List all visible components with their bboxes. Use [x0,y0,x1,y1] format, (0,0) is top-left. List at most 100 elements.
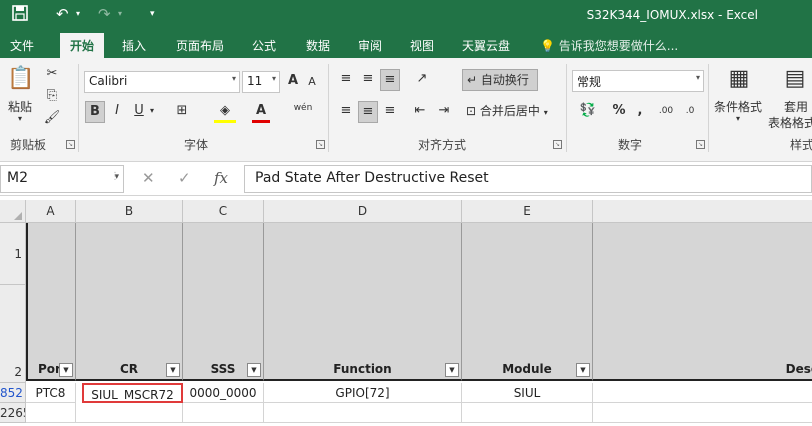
align-top-icon[interactable]: ≡ [336,69,356,91]
row-header-2[interactable]: 2 [0,285,26,383]
column-header-e[interactable]: E [462,200,593,223]
format-table-icon[interactable]: ▤ [780,64,810,94]
insert-function-icon[interactable]: fx [214,169,228,187]
format-table-label-1[interactable]: 套用 [784,98,808,115]
tab-cloud[interactable]: 天翼云盘 [462,37,510,54]
number-launcher-icon[interactable]: ↘ [696,140,705,149]
percent-button[interactable]: % [610,101,628,123]
undo-icon[interactable]: ↶ [56,5,69,23]
row-header-1[interactable]: 1 [0,223,26,285]
chevron-down-icon[interactable]: ▾ [736,114,740,123]
save-icon[interactable] [12,5,28,25]
decrease-font-icon[interactable]: A [304,72,320,94]
merge-center-button[interactable]: ⊡ 合并后居中 ▾ [462,101,560,123]
alignment-group-label: 对齐方式 [418,138,467,152]
phonetic-icon[interactable]: wén [292,98,314,120]
filter-dropdown-icon[interactable]: ▼ [166,363,180,377]
orientation-icon[interactable]: ↗ [410,69,434,91]
copy-icon[interactable]: ⎘ [42,86,62,108]
cell-empty[interactable] [264,403,462,423]
cell-empty[interactable] [183,403,264,423]
column-header-f[interactable] [593,200,812,223]
number-format-select[interactable]: 常规 ▾ [572,70,704,92]
formula-input[interactable]: Pad State After Destructive Reset [244,165,812,193]
tab-page-layout[interactable]: 页面布局 [176,37,224,54]
format-table-label-2[interactable]: 表格格式 [768,114,812,131]
paste-button[interactable]: 粘贴 [8,98,32,115]
increase-font-icon[interactable]: A [284,71,302,93]
format-painter-icon[interactable]: 🖌 [42,108,62,130]
bold-button[interactable]: B [85,101,105,123]
wrap-text-button[interactable]: ↵ 自动换行 [462,69,538,91]
cell-description[interactable] [593,383,812,403]
cell-port[interactable]: PTC8 [26,383,76,403]
header-cell-cr[interactable]: CR ▼ [76,223,183,381]
cell-empty[interactable] [26,403,76,423]
filter-dropdown-icon[interactable]: ▼ [247,363,261,377]
currency-icon[interactable]: 💱 [574,101,602,123]
tab-review[interactable]: 审阅 [358,37,382,54]
chevron-down-icon: ▾ [271,74,276,83]
underline-dropdown-icon[interactable]: ▾ [150,106,154,115]
font-size-select[interactable]: 11 ▾ [242,71,280,93]
filter-active-icon[interactable]: ▼ [59,363,73,377]
conditional-format-icon[interactable]: ▦ [724,64,754,94]
paste-dropdown-icon[interactable]: ▾ [18,114,22,123]
increase-indent-icon[interactable]: ⇥ [434,101,454,123]
column-header-c[interactable]: C [183,200,264,223]
header-cell-description[interactable]: Desc [593,223,812,381]
header-cell-port[interactable]: Por ▼ [26,223,76,381]
column-header-b[interactable]: B [76,200,183,223]
column-header-d[interactable]: D [264,200,462,223]
alignment-launcher-icon[interactable]: ↘ [553,140,562,149]
align-left-icon[interactable]: ≡ [336,101,356,123]
align-right-icon[interactable]: ≡ [380,101,400,123]
align-middle-icon[interactable]: ≡ [358,69,378,91]
tab-home[interactable]: 开始 [60,33,105,58]
increase-decimal-icon[interactable]: .00 [656,101,676,123]
borders-icon[interactable]: ⊞ [172,101,192,123]
name-box[interactable]: M2 ▾ [0,165,124,193]
tab-file[interactable]: 文件 [10,37,34,54]
cut-icon[interactable]: ✂ [42,64,62,86]
row-header-852[interactable]: 852 [0,383,26,403]
fill-color-icon[interactable]: ◈ [214,101,236,123]
clipboard-launcher-icon[interactable]: ↘ [66,140,75,149]
header-cell-module[interactable]: Module ▼ [462,223,593,381]
cell-empty[interactable] [462,403,593,423]
align-center-icon[interactable]: ≡ [358,101,378,123]
filter-dropdown-icon[interactable]: ▼ [576,363,590,377]
cell-empty[interactable] [593,403,812,423]
formula-bar: M2 ▾ ⋮ ✕ ✓ fx Pad State After Destructive… [0,162,812,196]
comma-button[interactable]: , [632,101,648,123]
header-label: Module [502,362,552,376]
underline-button[interactable]: U [130,101,148,123]
column-header-a[interactable]: A [26,200,76,223]
decrease-decimal-icon[interactable]: .0 [680,101,700,123]
font-color-icon[interactable]: A [252,101,270,123]
header-cell-sss[interactable]: SSS ▼ [183,223,264,381]
decrease-indent-icon[interactable]: ⇤ [410,101,430,123]
customize-icon[interactable]: ▾ [150,5,155,23]
font-name-select[interactable]: Calibri ▾ [84,71,240,93]
cell-function[interactable]: GPIO[72] [264,383,462,403]
tab-insert[interactable]: 插入 [122,37,146,54]
row-header-2265[interactable]: 2265 [0,403,26,423]
cell-module[interactable]: SIUL [462,383,593,403]
header-cell-function[interactable]: Function ▼ [264,223,462,381]
tab-formulas[interactable]: 公式 [252,37,276,54]
cell-cr-selected[interactable]: SIUL_MSCR72 [82,383,183,403]
conditional-format-button[interactable]: 条件格式 [714,98,762,115]
paste-icon[interactable]: 📋 [6,64,36,94]
tell-me-box[interactable]: 💡 告诉我您想要做什么... [540,37,678,54]
align-bottom-icon[interactable]: ≡ [380,69,400,91]
filter-dropdown-icon[interactable]: ▼ [445,363,459,377]
undo-dropdown-icon[interactable]: ▾ [76,5,80,23]
tab-data[interactable]: 数据 [306,37,330,54]
select-all-corner[interactable] [0,200,26,223]
tab-view[interactable]: 视图 [410,37,434,54]
cell-empty[interactable] [76,403,183,423]
italic-button[interactable]: I [108,101,126,123]
cell-sss[interactable]: 0000_0000 [183,383,264,403]
font-launcher-icon[interactable]: ↘ [316,140,325,149]
